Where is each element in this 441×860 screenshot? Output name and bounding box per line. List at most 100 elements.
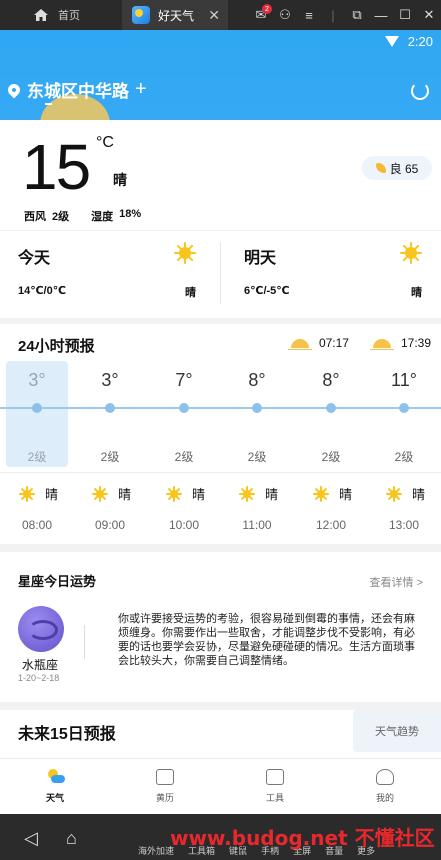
hour-wind: 2级 xyxy=(321,450,341,464)
day-condition: 晴 xyxy=(185,287,196,299)
tomorrow-summary[interactable]: 明天 6℃/-5℃ 晴 xyxy=(244,242,422,299)
hour-time: 08:00 xyxy=(21,518,53,532)
add-city-icon[interactable]: + xyxy=(135,78,147,101)
wifi-icon xyxy=(385,36,399,47)
horoscope-title: 星座今日运势 xyxy=(18,574,97,589)
hour-time: 11:00 xyxy=(242,518,272,532)
menu-icon[interactable]: ≡ xyxy=(297,0,321,30)
weather-header: 2:20 东城区中华路 + xyxy=(0,30,441,120)
hour-temp: 8° xyxy=(248,370,266,390)
zodiac-dates: 1-20~2-18 xyxy=(18,673,60,683)
hour-column: 8° 2级 xyxy=(301,370,361,464)
hour-condition-label: 晴 xyxy=(265,487,279,502)
horoscope-text: 你或许要接受运势的考验，很容易碰到倒霉的事情，还会有麻烦缠身。你需要作出一些取舍… xyxy=(118,613,415,667)
hour-condition: 晴 xyxy=(313,484,352,503)
app-tab-label: 好天气 xyxy=(158,8,195,23)
minimize-icon[interactable]: — xyxy=(369,0,393,30)
current-temperature: 15 xyxy=(22,131,91,203)
hour-condition-label: 晴 xyxy=(339,487,353,502)
temperature-point xyxy=(179,403,189,413)
aqi-leaf-icon xyxy=(375,163,386,173)
divider xyxy=(220,242,221,304)
divider: | xyxy=(331,7,335,23)
refresh-icon[interactable] xyxy=(411,82,429,100)
hour-condition-label: 晴 xyxy=(412,487,426,502)
hour-wind: 2级 xyxy=(394,450,414,464)
today-summary[interactable]: 今天 14℃/0℃ 晴 xyxy=(18,242,196,299)
hour-temp: 7° xyxy=(175,370,193,390)
aqi-badge[interactable]: 良 65 xyxy=(362,156,432,180)
calendar-icon xyxy=(156,769,174,785)
sunny-icon xyxy=(19,485,35,502)
hour-column: 7° 2级 xyxy=(154,370,214,464)
nav-tools[interactable]: 工具 xyxy=(245,769,305,804)
hour-condition-label: 晴 xyxy=(192,487,206,502)
hour-condition: 晴 xyxy=(92,484,131,503)
app-tab[interactable]: 好天气 ✕ xyxy=(122,0,228,30)
zodiac-name: 水瓶座 xyxy=(22,658,59,672)
window-controls: ✉ 2 ⚇ ≡ | ⧉ — ☐ ✕ xyxy=(249,0,441,30)
aqi-label: 良 65 xyxy=(389,161,419,176)
watermark: www.budog.net 不懂社区 xyxy=(170,826,435,850)
horoscope-more-link[interactable]: 查看详情 > xyxy=(370,574,423,590)
divider xyxy=(84,625,85,659)
home-icon[interactable]: ⌂ xyxy=(66,828,77,849)
forecast-15-title: 未来15日预报 xyxy=(18,726,116,743)
day-name: 明天 xyxy=(244,250,277,267)
back-icon[interactable]: ◁ xyxy=(24,828,38,849)
nav-weather[interactable]: 天气 xyxy=(25,769,85,804)
mail-icon[interactable]: ✉ 2 xyxy=(249,0,273,30)
toolbox-icon xyxy=(266,769,284,785)
close-tab-icon[interactable]: ✕ xyxy=(208,7,220,24)
hour-condition-label: 晴 xyxy=(118,487,132,502)
divider xyxy=(0,472,441,473)
snapshot-icon[interactable]: ⧉ xyxy=(345,0,369,30)
maximize-icon[interactable]: ☐ xyxy=(393,0,417,30)
temperature-point xyxy=(32,403,42,413)
nav-almanac[interactable]: 黄历 xyxy=(135,769,195,804)
hour-condition: 晴 xyxy=(19,484,58,503)
hour-temp: 3° xyxy=(28,370,46,390)
hour-time: 13:00 xyxy=(388,518,420,532)
user-icon[interactable]: ⚇ xyxy=(273,0,297,30)
weather-app-icon xyxy=(132,6,150,24)
wind-level: 2级 xyxy=(52,211,70,223)
sunny-icon xyxy=(313,485,329,502)
day-name: 今天 xyxy=(18,250,51,267)
close-window-icon[interactable]: ✕ xyxy=(417,0,441,30)
sunny-icon xyxy=(174,242,196,264)
hour-condition: 晴 xyxy=(166,484,205,503)
weather-trend-button[interactable]: 天气趋势 xyxy=(353,710,441,752)
humidity-value: 18% xyxy=(119,208,142,220)
day-temp-range: 14℃/0℃ xyxy=(18,285,67,297)
sunset-time: 17:39 xyxy=(400,336,431,350)
home-tab[interactable]: 首页 xyxy=(0,0,122,30)
hourly-title: 24小时预报 xyxy=(18,338,95,355)
sunrise-time: 07:17 xyxy=(318,336,349,350)
hour-column: 3° 2级 xyxy=(80,370,140,464)
sunny-icon xyxy=(386,485,402,502)
hour-column: 3° 2级 xyxy=(7,370,67,464)
location-selector[interactable]: 东城区中华路 + xyxy=(5,77,147,102)
sunset-icon xyxy=(369,338,394,350)
sunny-icon xyxy=(166,485,182,502)
hour-temp: 3° xyxy=(101,370,119,390)
temperature-point xyxy=(252,403,262,413)
nav-label: 我的 xyxy=(375,793,394,803)
aquarius-icon[interactable] xyxy=(18,606,64,652)
sunrise-icon xyxy=(287,338,312,350)
hour-wind: 2级 xyxy=(100,450,120,464)
nav-profile[interactable]: 我的 xyxy=(355,769,415,804)
hour-condition: 晴 xyxy=(386,484,425,503)
hour-condition-label: 晴 xyxy=(45,487,59,502)
home-icon xyxy=(34,9,48,21)
hour-temp: 11° xyxy=(391,370,417,390)
nav-label: 黄历 xyxy=(155,793,174,803)
toolbar-item[interactable]: 海外加速 xyxy=(138,844,174,857)
weather-icon xyxy=(46,769,65,785)
hour-condition: 晴 xyxy=(239,484,278,503)
hour-column: 8° 2级 xyxy=(227,370,287,464)
hour-column: 11° 2级 xyxy=(374,370,434,464)
day-condition: 晴 xyxy=(411,287,422,299)
hour-temp: 8° xyxy=(322,370,340,390)
